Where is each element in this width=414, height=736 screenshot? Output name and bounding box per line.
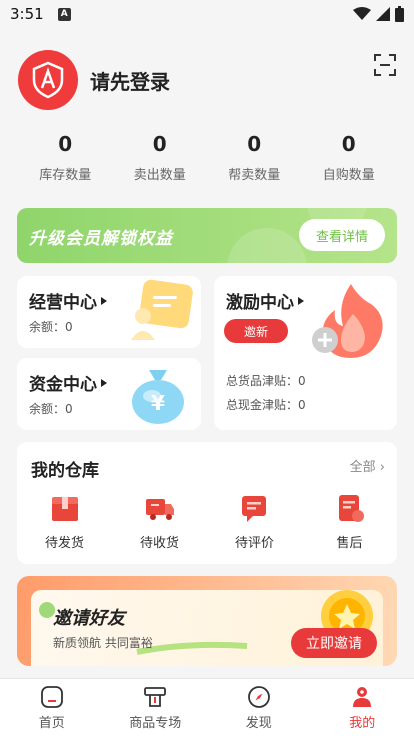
notification-icon: A (57, 7, 71, 21)
scan-icon[interactable] (374, 54, 396, 76)
home-icon (40, 685, 63, 708)
stat-label: 库存数量 (39, 168, 92, 183)
stat-sold[interactable]: 0 卖出数量 (113, 132, 208, 188)
avatar-logo-icon (32, 61, 64, 99)
money-bag-icon: ¥ (132, 370, 184, 424)
stat-value: 0 (152, 132, 167, 156)
product-icon (144, 686, 167, 707)
goods-subsidy: 总货品津贴：0 (226, 374, 306, 388)
wifi-icon (353, 7, 371, 20)
fund-center-title: 资金中心 (29, 370, 107, 395)
signal-icon (376, 7, 390, 21)
order-pending-review[interactable]: 待评价 (207, 492, 302, 551)
fund-center-card[interactable]: 资金中心 余额：0 ¥ (17, 358, 201, 430)
incentive-center-card[interactable]: 激励中心 邀新 总货品津贴：0 总现金津贴：0 (214, 276, 397, 430)
stat-help-sell[interactable]: 0 帮卖数量 (207, 132, 302, 188)
arrow-right-icon (298, 296, 304, 305)
tab-home[interactable]: 首页 (0, 679, 104, 736)
stats-row: 0 库存数量 0 卖出数量 0 帮卖数量 0 自购数量 (18, 132, 396, 188)
tab-mine[interactable]: 我的 (311, 679, 414, 736)
business-center-label: 经营中心 (29, 293, 97, 313)
upgrade-banner[interactable]: 升级会员解锁权益 查看详情 (17, 208, 397, 263)
stat-stock[interactable]: 0 库存数量 (18, 132, 113, 188)
stat-self-buy[interactable]: 0 自购数量 (302, 132, 397, 188)
tab-label: 首页 (38, 715, 65, 731)
all-label: 全部 (349, 460, 376, 475)
comment-icon (241, 496, 266, 522)
chevron-right-icon: › (379, 460, 385, 475)
fund-balance: 余额：0 (29, 402, 73, 416)
avatar[interactable] (18, 50, 78, 110)
arrow-right-icon (101, 378, 107, 387)
order-pending-receipt[interactable]: 待收货 (112, 492, 207, 551)
business-center-card[interactable]: 经营中心 余额：0 (17, 276, 201, 348)
invite-friends-banner[interactable]: 邀请好友 新质领航 共同富裕 立即邀请 (17, 576, 397, 666)
order-label: 待收货 (139, 536, 179, 551)
incentive-center-label: 激励中心 (226, 293, 294, 313)
bottom-tab-bar: 首页 商品专场 发现 我的 (0, 678, 414, 736)
view-details-button[interactable]: 查看详情 (299, 219, 385, 251)
warehouse-all-link[interactable]: 全部 › (350, 456, 385, 475)
upgrade-title: 升级会员解锁权益 (29, 229, 173, 249)
stat-label: 卖出数量 (133, 168, 186, 183)
user-icon (353, 686, 372, 707)
warehouse-items: 待发货 待收货 待评价 售后 (17, 492, 397, 551)
status-bar: 3:51 A (0, 0, 414, 28)
order-label: 待评价 (234, 536, 274, 551)
tab-label: 商品专场 (129, 715, 182, 731)
stat-label: 帮卖数量 (228, 168, 281, 183)
order-after-sale[interactable]: 售后 (302, 492, 397, 551)
svg-text:¥: ¥ (151, 391, 165, 415)
tab-discover[interactable]: 发现 (207, 679, 311, 736)
business-balance: 余额：0 (29, 320, 73, 334)
order-label: 售后 (336, 536, 363, 551)
incentive-center-title: 激励中心 (226, 288, 304, 313)
flame-icon (312, 284, 383, 358)
stat-value: 0 (58, 132, 73, 156)
profile-header: 请先登录 (0, 28, 414, 128)
status-icons (353, 6, 404, 22)
tab-label: 发现 (245, 715, 272, 731)
arrow-right-icon (101, 296, 107, 305)
compass-icon (247, 685, 270, 708)
fund-center-label: 资金中心 (29, 375, 97, 395)
my-warehouse-card: 我的仓库 全部 › 待发货 待收货 待评价 售后 (17, 442, 397, 564)
login-prompt[interactable]: 请先登录 (90, 66, 170, 95)
warehouse-title: 我的仓库 (31, 461, 99, 481)
box-icon (51, 497, 78, 521)
status-time: 3:51 (10, 5, 44, 23)
truck-icon (145, 499, 174, 520)
order-pending-shipment[interactable]: 待发货 (17, 492, 112, 551)
business-center-title: 经营中心 (29, 288, 107, 313)
battery-icon (395, 6, 404, 22)
stat-label: 自购数量 (322, 168, 375, 183)
invite-title: 邀请好友 (53, 608, 125, 629)
invite-now-button[interactable]: 立即邀请 (291, 628, 377, 658)
order-label: 待发货 (44, 536, 84, 551)
invite-subtitle: 新质领航 共同富裕 (53, 636, 153, 650)
stat-value: 0 (341, 132, 356, 156)
tab-label: 我的 (349, 715, 376, 731)
cash-subsidy: 总现金津贴：0 (226, 398, 306, 412)
tab-products[interactable]: 商品专场 (104, 679, 208, 736)
invite-new-button[interactable]: 邀新 (224, 319, 288, 343)
business-illustration-icon (131, 279, 193, 340)
stat-value: 0 (247, 132, 262, 156)
aftersale-icon (338, 495, 364, 522)
